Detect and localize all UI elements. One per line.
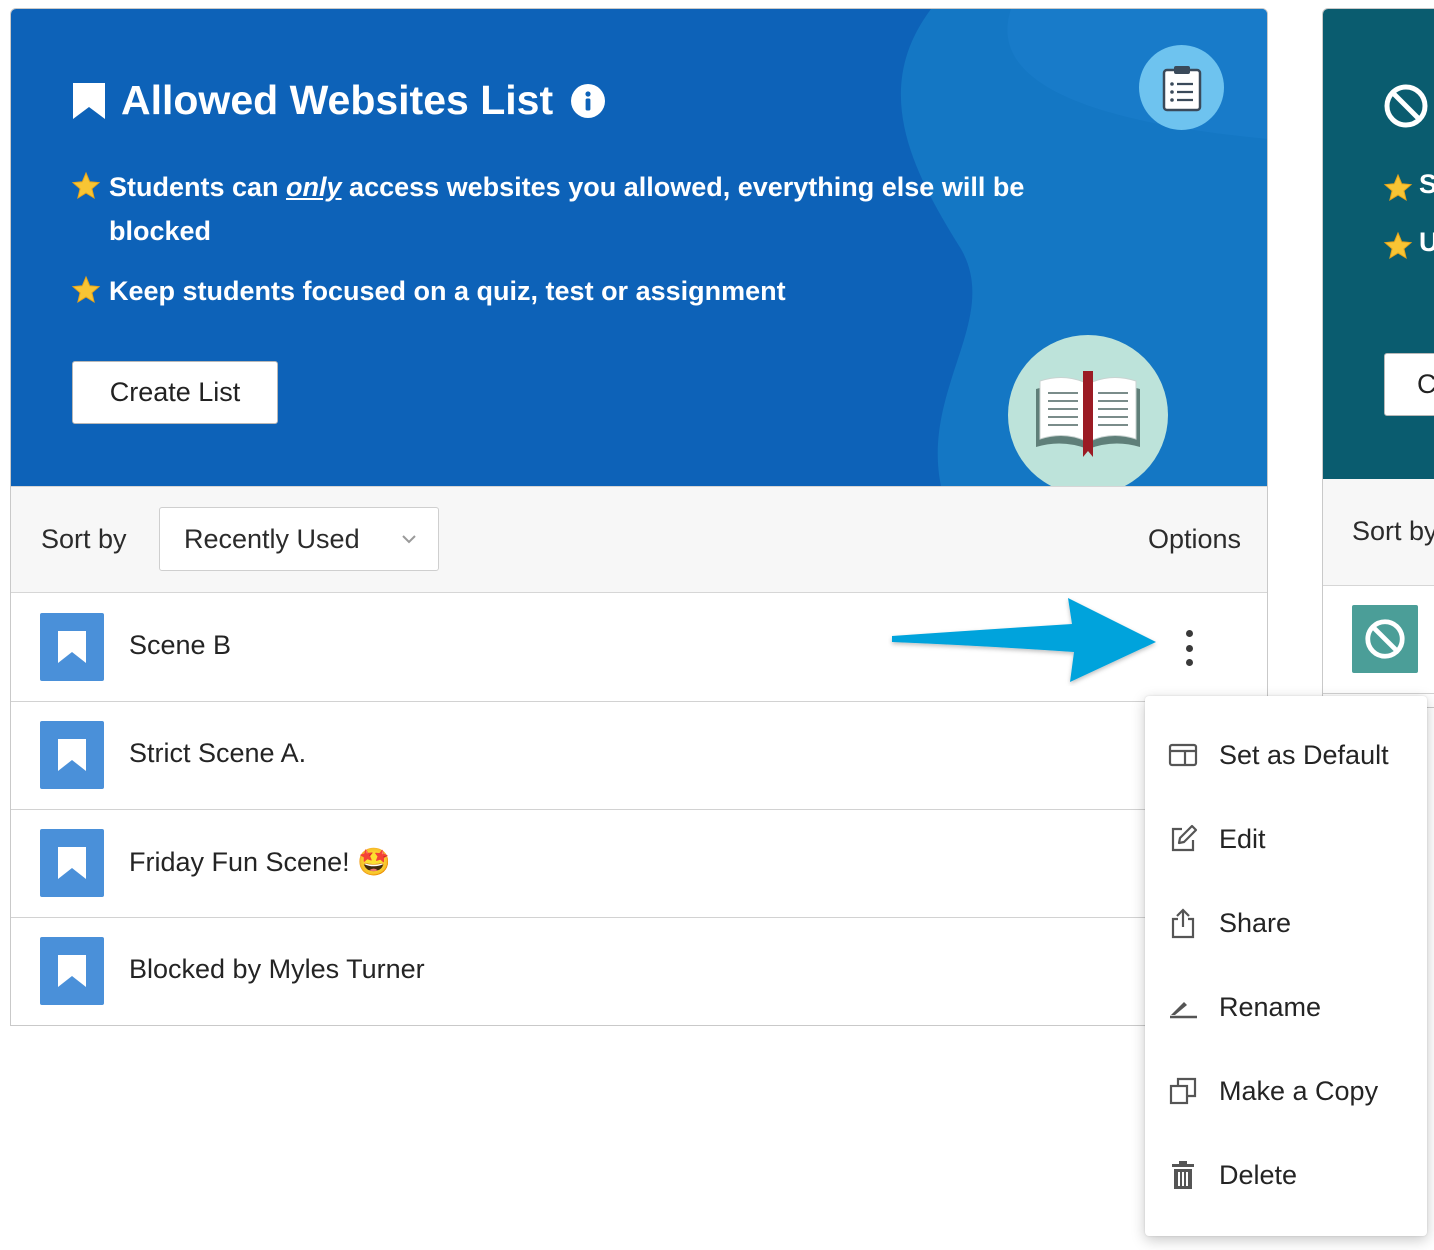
list-tile [1352, 605, 1418, 673]
menu-item-make-copy[interactable]: Make a Copy [1145, 1061, 1427, 1121]
bookmark-icon [73, 82, 105, 119]
hero2-bullet-2-text: U [1419, 227, 1434, 258]
sort-bar-2: Sort by [1323, 479, 1434, 586]
chevron-down-icon [402, 535, 416, 544]
sort-by-label-2: Sort by [1352, 516, 1434, 546]
list-item[interactable]: Blocked by Myles Turner [11, 918, 1267, 1025]
list-item-name: Blocked by Myles Turner [129, 954, 425, 984]
menu-item-label: Make a Copy [1219, 1075, 1379, 1106]
list-item-name: Scene B [129, 630, 232, 660]
bookmark-icon [58, 739, 86, 771]
trash-icon [1167, 1159, 1199, 1191]
info-icon[interactable] [571, 83, 606, 118]
star-icon [1383, 173, 1413, 202]
hero-title: Allowed Websites List [71, 77, 606, 124]
create-list-button-2[interactable]: C [1384, 353, 1434, 416]
hero-banner: Allowed Websites List Students can only … [11, 9, 1267, 486]
menu-item-delete[interactable]: Delete [1145, 1145, 1427, 1205]
hero-bullet-2: Keep students focused on a quiz, test or… [71, 269, 786, 313]
clipboard-badge [1139, 45, 1224, 130]
sort-select-value: Recently Used [184, 523, 360, 554]
list-tile [40, 937, 104, 1005]
create-list-button[interactable]: Create List [72, 361, 278, 424]
star-icon [1383, 231, 1413, 260]
list-item-name: Strict Scene A. [129, 738, 307, 768]
ban-icon [1365, 619, 1405, 659]
rename-icon [1167, 991, 1199, 1023]
hero-title-text: Allowed Websites List [121, 77, 554, 123]
list-item[interactable]: Strict Scene A. [11, 702, 1267, 810]
ban-icon [1384, 84, 1428, 128]
hero-bullet-1: Students can only access websites you al… [71, 165, 1091, 253]
list-tile [40, 721, 104, 789]
list-tile [40, 613, 104, 681]
allowed-websites-card: Allowed Websites List Students can only … [10, 8, 1268, 1026]
hero-bullet-2-text: Keep students focused on a quiz, test or… [109, 276, 786, 306]
star-icon [71, 171, 101, 200]
menu-item-label: Edit [1219, 823, 1266, 854]
sort-by-label: Sort by [41, 524, 127, 554]
menu-item-label: Delete [1219, 1159, 1298, 1190]
menu-item-label: Share [1219, 907, 1292, 938]
list-item-name: Friday Fun Scene! 🤩 [129, 847, 391, 877]
bookmark-icon [58, 955, 86, 987]
sort-select[interactable]: Recently Used [159, 507, 439, 571]
edit-icon [1167, 823, 1199, 855]
blocked-websites-card: S U C Sort by [1322, 8, 1434, 708]
sort-bar: Sort by Recently Used Options [11, 486, 1267, 593]
hero-bullet-1-text: Students can only access websites you al… [109, 172, 1025, 246]
options-menu: Set as Default Edit Share Rename Make a … [1145, 696, 1427, 1236]
options-kebab-icon[interactable] [1181, 630, 1197, 666]
hero2-bullet-1-text: S [1419, 169, 1434, 200]
menu-item-label: Set as Default [1219, 739, 1389, 770]
hero-banner-2: S U C [1323, 9, 1434, 479]
options-label: Options [1147, 524, 1241, 554]
menu-item-label: Rename [1219, 991, 1322, 1022]
default-window-icon [1167, 739, 1199, 771]
menu-item-edit[interactable]: Edit [1145, 809, 1427, 869]
menu-item-set-default[interactable]: Set as Default [1145, 725, 1427, 785]
share-icon [1167, 907, 1199, 939]
bookmark-icon [58, 631, 86, 663]
book-badge [1008, 335, 1168, 486]
clipboard-icon [1162, 65, 1201, 111]
menu-item-rename[interactable]: Rename [1145, 977, 1427, 1037]
open-book-icon [1036, 371, 1140, 457]
list-item[interactable]: Friday Fun Scene! 🤩 [11, 810, 1267, 918]
annotation-arrow-icon [892, 598, 1156, 682]
star-icon [71, 275, 101, 304]
list-tile [40, 829, 104, 897]
menu-item-share[interactable]: Share [1145, 893, 1427, 953]
copy-icon [1167, 1075, 1199, 1107]
list-item[interactable] [1323, 586, 1434, 694]
bookmark-icon [58, 847, 86, 879]
